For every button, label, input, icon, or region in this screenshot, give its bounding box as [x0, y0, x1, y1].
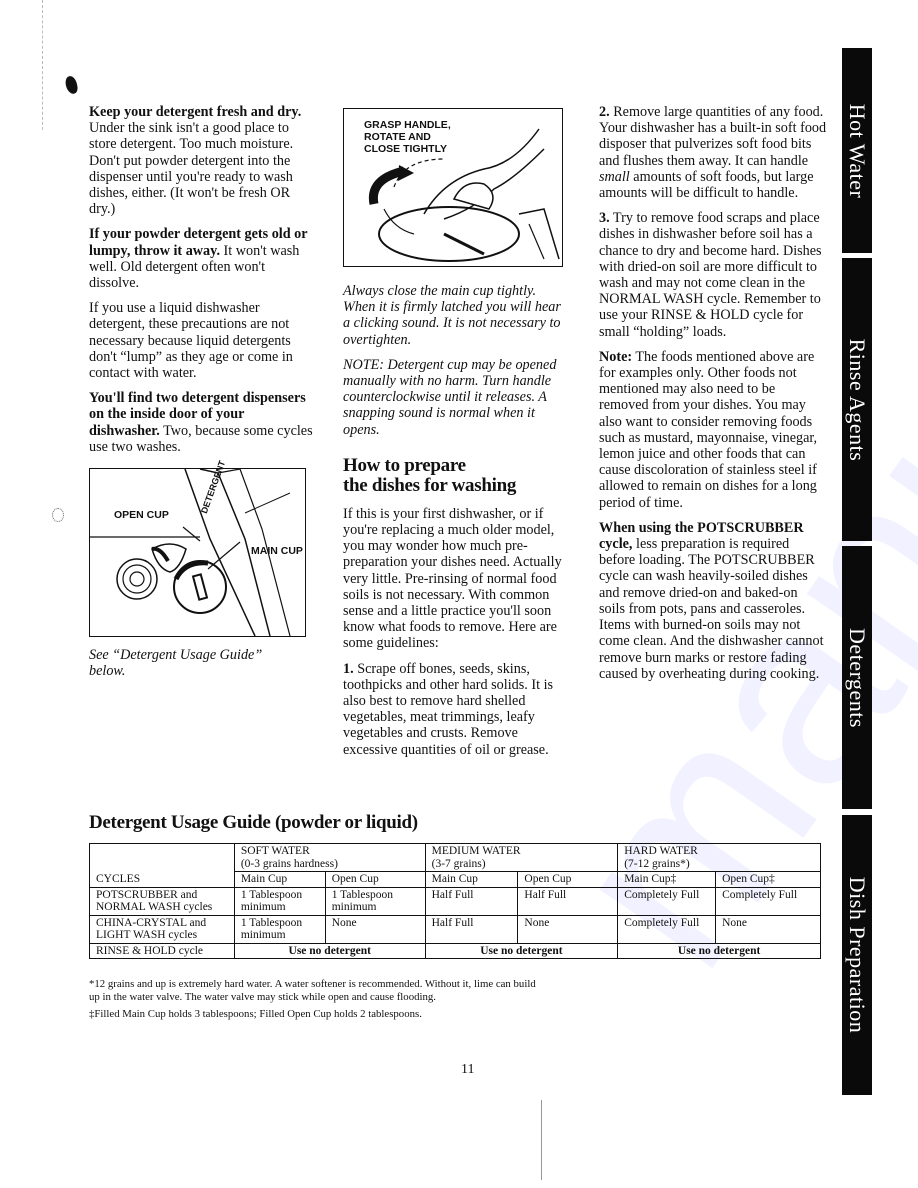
- table-cell: None: [324, 914, 426, 944]
- column-3: 2. Remove large quantities of any food. …: [599, 104, 827, 682]
- footnote-cup-capacity: ‡Filled Main Cup holds 3 tablespoons; Fi…: [89, 1008, 422, 1020]
- table-cell: Use no detergent: [233, 942, 426, 959]
- grasp-handle-illustration: GRASP HANDLE, ROTATE AND CLOSE TIGHTLY: [343, 108, 563, 267]
- note-caption: NOTE: Detergent cup may be opened manual…: [343, 356, 557, 438]
- table-row: POTSCRUBBER and NORMAL WASH cycles 1 Tabl…: [89, 886, 821, 916]
- guideline-3: 3. Try to remove food scraps and place d…: [599, 210, 822, 340]
- side-tab-rinse-agents: Rinse Agents: [842, 258, 872, 541]
- column-2: Always close the main cup tightly. When …: [343, 283, 568, 758]
- group-header-soft: SOFT WATER (0-3 grains hardness): [233, 843, 426, 872]
- table-row: CHINA-CRYSTAL and LIGHT WASH cycles 1 Tab…: [89, 914, 821, 944]
- table-row-rinse-hold: RINSE & HOLD cycle Use no detergent Use …: [89, 942, 821, 959]
- cycles-header: CYCLES: [89, 843, 235, 888]
- paragraph-old-lumpy: If your powder detergent gets old or lum…: [89, 226, 308, 292]
- side-tab-dish-preparation: Dish Preparation: [842, 815, 872, 1095]
- table-header-row: CYCLES SOFT WATER (0-3 grains hardness) M…: [89, 843, 821, 888]
- heading-line-1: How to prepare: [343, 454, 466, 476]
- footnote-hard-water: *12 grains and up is extremely hard wate…: [89, 978, 536, 1003]
- close-cup-caption: Always close the main cup tightly. When …: [343, 283, 561, 348]
- column-1: Keep your detergent fresh and dry. Under…: [89, 104, 314, 455]
- table-cell: Half Full: [517, 886, 619, 916]
- side-ornament-icon: [52, 508, 64, 522]
- main-cup-label: MAIN CUP: [251, 545, 303, 557]
- table-cell: 1 Tablespoon minimum: [233, 914, 326, 944]
- bottom-divider: [541, 1100, 542, 1180]
- ink-blot-icon: [63, 74, 80, 96]
- guideline-1: 1. Scrape off bones, seeds, skins, tooth…: [343, 660, 554, 758]
- table-cell: None: [715, 914, 821, 944]
- subheader-cell: Open Cup: [517, 871, 619, 888]
- page-number: 11: [461, 1062, 475, 1077]
- table-cell: Half Full: [424, 914, 519, 944]
- subheader-cell: Main Cup: [424, 871, 519, 888]
- open-cup-label: OPEN CUP: [114, 509, 169, 521]
- subheader-cell: Main Cup‡: [617, 871, 717, 888]
- table-cell: Half Full: [424, 886, 519, 916]
- table-cell: None: [517, 914, 619, 944]
- group-header-medium: MEDIUM WATER (3-7 grains): [424, 843, 619, 872]
- paragraph-keep-fresh: Keep your detergent fresh and dry. Under…: [89, 104, 302, 218]
- subheader-cell: Open Cup‡: [715, 871, 821, 888]
- paragraph-two-dispensers: You'll find two detergent dispensers on …: [89, 390, 313, 455]
- dispenser-caption: See “Detergent Usage Guide” below.: [89, 647, 263, 680]
- binding-line: [42, 0, 44, 130]
- dispenser-illustration: OPEN CUP MAIN CUP DETERGENT: [89, 459, 306, 637]
- side-tab-hot-water: Hot Water: [842, 48, 872, 253]
- guideline-2: 2. Remove large quantities of any food. …: [599, 104, 827, 202]
- detergent-usage-table: CYCLES SOFT WATER (0-3 grains hardness) M…: [89, 843, 821, 959]
- table-cell: 1 Tablespoon minimum: [233, 886, 326, 916]
- subheader-cell: Open Cup: [324, 871, 426, 888]
- group-header-hard: HARD WATER (7-12 grains*): [617, 843, 821, 872]
- potscrubber-paragraph: When using the POTSCRUBBER cycle, less p…: [599, 519, 824, 682]
- prep-intro: If this is your first dishwasher, or if …: [343, 505, 562, 652]
- side-tab-detergents: Detergents: [842, 546, 872, 809]
- foods-note: Note: The foods mentioned above are for …: [599, 348, 818, 511]
- table-cell: Completely Full: [617, 886, 717, 916]
- cycle-cell: RINSE & HOLD cycle: [89, 942, 235, 959]
- subheader-cell: Main Cup: [233, 871, 326, 888]
- table-cell: Completely Full: [617, 914, 717, 944]
- heading-line-2: the dishes for washing: [343, 474, 517, 496]
- cycle-cell: POTSCRUBBER and NORMAL WASH cycles: [89, 886, 235, 916]
- cycle-cell: CHINA-CRYSTAL and LIGHT WASH cycles: [89, 914, 235, 944]
- table-cell: Completely Full: [715, 886, 821, 916]
- table-cell: Use no detergent: [617, 942, 821, 959]
- table-cell: Use no detergent: [424, 942, 619, 959]
- guide-title: Detergent Usage Guide (powder or liquid): [89, 812, 418, 833]
- table-cell: 1 Tablespoon minimum: [324, 886, 426, 916]
- grasp-handle-label: GRASP HANDLE, ROTATE AND CLOSE TIGHTLY: [364, 119, 451, 155]
- section-heading: How to prepare the dishes for washing: [343, 454, 568, 496]
- paragraph-liquid-detergent: If you use a liquid dishwasher detergent…: [89, 300, 293, 382]
